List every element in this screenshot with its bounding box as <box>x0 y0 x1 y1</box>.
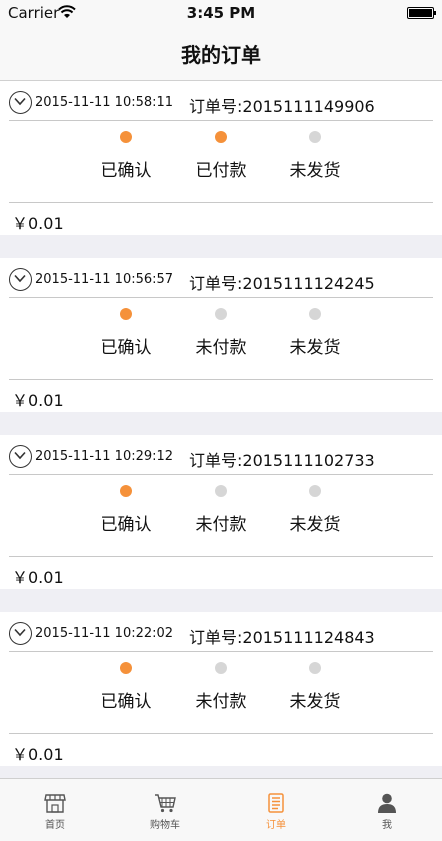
tab-home[interactable]: 首页 <box>0 779 110 841</box>
status-dot <box>120 131 132 143</box>
status-label: 已确认 <box>100 338 152 358</box>
order-number: 订单号:2015111124245 <box>189 274 375 293</box>
order-price: ￥0.01 <box>12 391 64 410</box>
person-icon <box>378 793 396 813</box>
status-label: 已确认 <box>100 692 152 712</box>
status-dot <box>120 662 132 674</box>
status-label: 已付款 <box>195 161 247 181</box>
tab-label: 首页 <box>45 820 65 831</box>
order-number: 订单号:2015111124843 <box>189 628 375 647</box>
order-price: ￥0.01 <box>12 214 64 233</box>
tab-bar: 首页 购物车 订单 我 <box>0 778 442 841</box>
status-step-payment: 未付款 <box>181 662 261 712</box>
status-step-shipping: 未发货 <box>275 308 355 358</box>
chevron-down-icon <box>14 97 26 106</box>
separator <box>0 412 442 435</box>
chevron-down-icon <box>14 451 26 460</box>
order-list-icon <box>268 793 284 813</box>
status-dot <box>215 308 227 320</box>
tab-me[interactable]: 我 <box>332 779 442 841</box>
store-icon <box>44 794 66 813</box>
status-step-shipping: 未发货 <box>275 662 355 712</box>
status-step-shipping: 未发货 <box>275 485 355 535</box>
status-label: 未发货 <box>289 338 341 358</box>
tab-label: 购物车 <box>150 820 180 831</box>
status-step-shipping: 未发货 <box>275 131 355 181</box>
order-price: ￥0.01 <box>12 568 64 587</box>
divider <box>9 297 433 298</box>
status-label: 未发货 <box>289 692 341 712</box>
status-dot <box>215 131 227 143</box>
status-label: 未发货 <box>289 161 341 181</box>
order-card[interactable]: 2015-11-11 10:22:02 订单号:2015111124843 已确… <box>0 612 442 766</box>
divider <box>9 474 433 475</box>
order-card[interactable]: 2015-11-11 10:29:12 订单号:2015111102733 已确… <box>0 435 442 589</box>
order-number: 订单号:2015111149906 <box>189 97 375 116</box>
status-label: 已确认 <box>100 161 152 181</box>
status-time: 3:45 PM <box>186 4 256 22</box>
chevron-down-icon <box>14 274 26 283</box>
status-label: 未付款 <box>195 515 247 535</box>
tab-label: 订单 <box>266 820 286 831</box>
status-dot <box>309 485 321 497</box>
expand-button[interactable] <box>9 622 32 645</box>
expand-button[interactable] <box>9 91 32 114</box>
status-label: 未付款 <box>195 338 247 358</box>
order-time: 2015-11-11 10:22:02 <box>35 626 174 641</box>
battery-icon <box>407 7 436 19</box>
order-time: 2015-11-11 10:58:11 <box>35 95 174 110</box>
page-title: 我的订单 <box>181 43 261 67</box>
status-dot <box>309 308 321 320</box>
order-time: 2015-11-11 10:56:57 <box>35 272 174 287</box>
status-bar: Carrier 3:45 PM <box>0 0 442 26</box>
status-dot <box>215 662 227 674</box>
status-label: 未发货 <box>289 515 341 535</box>
status-step-payment: 已付款 <box>181 131 261 181</box>
status-dot <box>215 485 227 497</box>
status-dot <box>309 131 321 143</box>
chevron-down-icon <box>14 628 26 637</box>
divider <box>9 733 433 734</box>
separator <box>0 766 442 778</box>
status-dot <box>309 662 321 674</box>
divider <box>9 651 433 652</box>
order-card[interactable]: 2015-11-11 10:56:57 订单号:2015111124245 已确… <box>0 258 442 412</box>
nav-bar: 我的订单 <box>0 26 442 81</box>
order-list[interactable]: 2015-11-11 10:58:11 订单号:2015111149906 已确… <box>0 81 442 778</box>
divider <box>9 202 433 203</box>
divider <box>9 379 433 380</box>
status-label: 已确认 <box>100 515 152 535</box>
status-dot <box>120 485 132 497</box>
status-step-confirm: 已确认 <box>86 662 166 712</box>
tab-cart[interactable]: 购物车 <box>110 779 220 841</box>
status-step-payment: 未付款 <box>181 485 261 535</box>
divider <box>9 556 433 557</box>
separator <box>0 589 442 612</box>
status-label: 未付款 <box>195 692 247 712</box>
status-step-confirm: 已确认 <box>86 485 166 535</box>
status-step-confirm: 已确认 <box>86 131 166 181</box>
expand-button[interactable] <box>9 445 32 468</box>
order-card[interactable]: 2015-11-11 10:58:11 订单号:2015111149906 已确… <box>0 81 442 235</box>
tab-orders[interactable]: 订单 <box>221 779 331 841</box>
divider <box>9 120 433 121</box>
expand-button[interactable] <box>9 268 32 291</box>
cart-icon <box>155 794 176 813</box>
order-number: 订单号:2015111102733 <box>189 451 375 470</box>
separator <box>0 235 442 258</box>
order-time: 2015-11-11 10:29:12 <box>35 449 174 464</box>
status-step-payment: 未付款 <box>181 308 261 358</box>
tab-label: 我 <box>382 820 392 831</box>
status-step-confirm: 已确认 <box>86 308 166 358</box>
status-dot <box>120 308 132 320</box>
order-price: ￥0.01 <box>12 745 64 764</box>
